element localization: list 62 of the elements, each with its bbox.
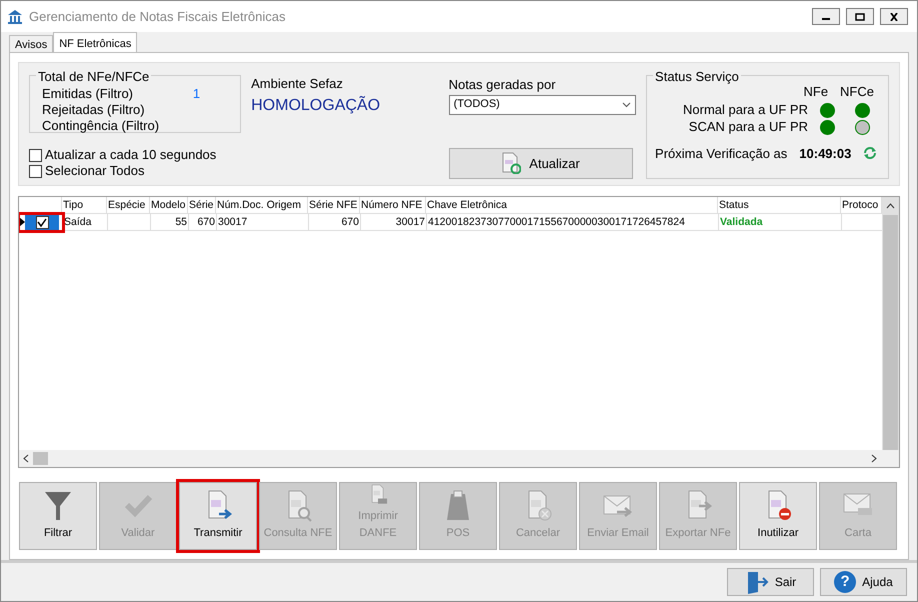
service-label: Normal para a UF PR bbox=[683, 101, 808, 120]
tab[interactable]: Avisos bbox=[9, 35, 54, 52]
horizontal-scrollbar[interactable] bbox=[19, 450, 899, 467]
column-header[interactable]: Série NFE bbox=[308, 197, 360, 214]
minimize-button[interactable] bbox=[812, 8, 840, 25]
column-header[interactable]: Número NFE bbox=[360, 197, 426, 214]
notas-label: Notas geradas por bbox=[448, 76, 557, 94]
stat-label: Contingência (Filtro) bbox=[42, 117, 160, 132]
user-dropdown[interactable]: (TODOS) bbox=[448, 94, 636, 115]
stat-label: Rejeitadas (Filtro) bbox=[42, 101, 145, 116]
column-header[interactable]: Status bbox=[718, 197, 841, 214]
toolbar-button[interactable]: Inutilizar bbox=[739, 482, 817, 550]
building-icon bbox=[7, 8, 23, 24]
toolbar-button[interactable]: Transmitir bbox=[179, 482, 257, 550]
footer-button[interactable]: ? Ajuda bbox=[820, 568, 907, 596]
maximize-button[interactable] bbox=[846, 8, 874, 25]
stat-value: 1 bbox=[192, 85, 200, 100]
maximize-icon bbox=[855, 12, 865, 20]
column-header[interactable]: Núm.Doc. Origem bbox=[216, 197, 308, 214]
column-header[interactable]: Série bbox=[188, 197, 216, 214]
toolbar-button[interactable]: Filtrar bbox=[19, 482, 97, 550]
checkmark-icon bbox=[37, 218, 47, 226]
column-header[interactable]: Tipo bbox=[62, 197, 107, 214]
table-cell: 670 bbox=[189, 214, 217, 231]
column-header[interactable]: Modelo bbox=[150, 197, 188, 214]
close-button[interactable] bbox=[880, 8, 908, 25]
vertical-scrollbar[interactable] bbox=[882, 197, 899, 450]
tab[interactable]: NF Eletrônicas bbox=[53, 32, 138, 52]
table-cell: 670 bbox=[309, 214, 361, 231]
document-refresh-icon bbox=[501, 152, 522, 174]
scroll-right-icon bbox=[871, 454, 877, 463]
column-header[interactable]: Chave Eletrônica bbox=[426, 197, 718, 214]
stat-label: Emitidas (Filtro) bbox=[42, 85, 134, 100]
next-check-time: 10:49:03 bbox=[799, 144, 852, 162]
column-label: NFCe bbox=[840, 83, 874, 101]
refresh-button[interactable]: Atualizar bbox=[448, 148, 633, 179]
scroll-up-icon bbox=[886, 203, 895, 209]
column-header[interactable]: Espécie bbox=[107, 197, 150, 214]
close-icon bbox=[889, 12, 899, 20]
table-cell: 30017 bbox=[217, 214, 309, 231]
scrollbar-thumb[interactable] bbox=[883, 215, 898, 450]
table-cell: 30017 bbox=[361, 214, 427, 231]
ambiente-label: Ambiente Sefaz bbox=[251, 75, 344, 93]
refresh-icon bbox=[863, 146, 878, 160]
table-cell: 41200182373077000171556700000300171726457824 bbox=[427, 214, 719, 231]
table-cell: 55 bbox=[151, 214, 189, 231]
window-title: Gerenciamento de Notas Fiscais Eletrônicas bbox=[29, 8, 286, 26]
table-cell bbox=[108, 214, 151, 231]
service-label: SCAN para a UF PR bbox=[688, 118, 808, 136]
scrollbar-thumb[interactable] bbox=[33, 452, 48, 465]
help-icon: ? bbox=[834, 571, 856, 593]
table-cell: Saída bbox=[63, 214, 108, 231]
checkbox-option[interactable]: Selecionar Todos bbox=[29, 163, 242, 179]
row-checkbox[interactable] bbox=[25, 214, 59, 230]
scroll-left-icon bbox=[23, 454, 29, 463]
column-label: NFe bbox=[803, 83, 828, 101]
table-cell: Validada bbox=[719, 214, 842, 231]
chevron-icon bbox=[622, 102, 632, 108]
footer-button[interactable]: Sair bbox=[727, 568, 814, 596]
next-check-label: Próxima Verificação as bbox=[655, 144, 788, 163]
checkbox-option[interactable]: Atualizar a cada 10 segundos bbox=[29, 147, 242, 163]
ambiente-value: HOMOLOGAÇÃO bbox=[251, 95, 382, 116]
